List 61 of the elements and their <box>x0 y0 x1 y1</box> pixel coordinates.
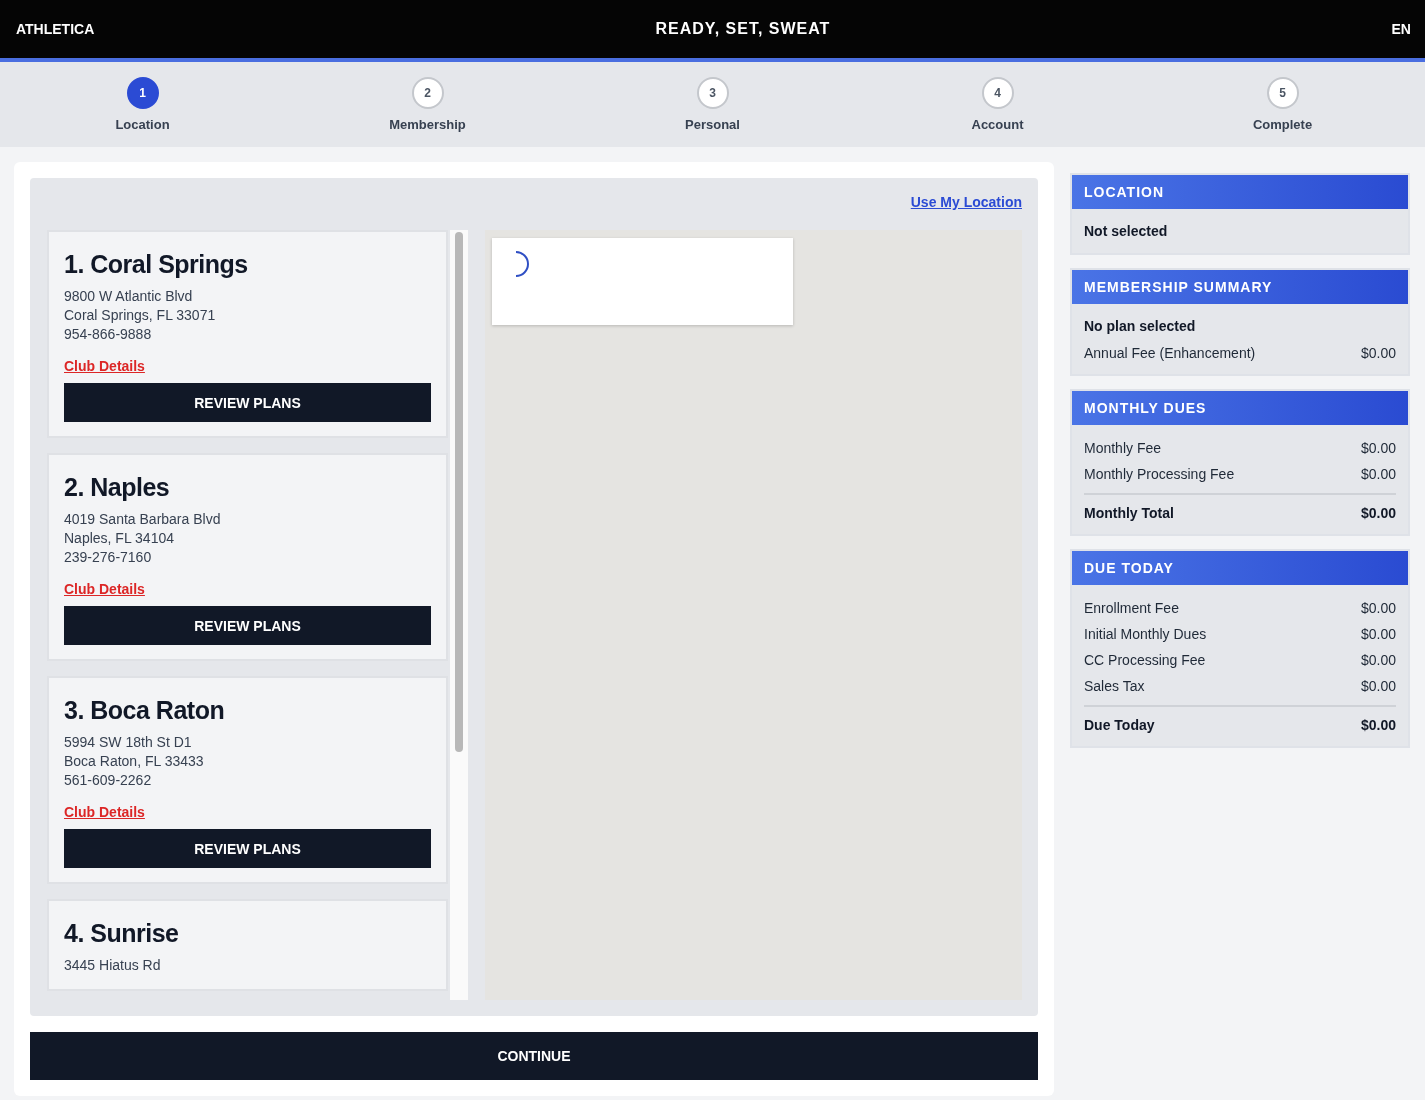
brand-name: ATHLETICA <box>16 21 95 37</box>
total-amount: $0.00 <box>1360 505 1396 521</box>
step-number[interactable]: 5 <box>1266 77 1299 109</box>
continue-button[interactable]: CONTINUE <box>30 1032 1038 1080</box>
address-line: Naples, FL 34104 <box>64 529 175 548</box>
club-details-link[interactable]: Club Details <box>64 804 145 820</box>
total-amount: $0.00 <box>1360 717 1396 733</box>
total-label: Monthly Total <box>1084 505 1174 521</box>
address-line: 239-276-7160 <box>64 548 153 567</box>
step-label[interactable]: Membership <box>389 117 466 132</box>
spinner-icon <box>514 250 532 278</box>
fee-amount: $0.00 <box>1360 678 1396 694</box>
step-label[interactable]: Account <box>971 117 1024 132</box>
step-number[interactable]: 1 <box>126 77 159 109</box>
fee-amount: $0.00 <box>1360 345 1396 361</box>
step-label[interactable]: Personal <box>685 117 740 132</box>
address-line: 4019 Santa Barbara Blvd <box>64 510 222 529</box>
address-line: Coral Springs, FL 33071 <box>64 306 217 325</box>
fee-label: Monthly Fee <box>1084 440 1162 456</box>
location-name: 2. Naples <box>64 473 171 502</box>
review-plans-button[interactable]: REVIEW PLANS <box>64 829 431 868</box>
fee-label: CC Processing Fee <box>1084 652 1206 668</box>
section-header: LOCATION <box>1072 175 1408 209</box>
scrollbar[interactable] <box>450 230 468 1000</box>
club-details-link[interactable]: Club Details <box>64 358 145 374</box>
step-label[interactable]: Location <box>115 117 170 132</box>
step-number[interactable]: 4 <box>981 77 1014 109</box>
address-line: 954-866-9888 <box>64 325 153 344</box>
location-name: 1. Coral Springs <box>64 250 249 279</box>
fee-label: Enrollment Fee <box>1084 600 1179 616</box>
address-line: 3445 Hiatus Rd <box>64 956 162 975</box>
fee-amount: $0.00 <box>1360 440 1396 456</box>
fee-label: Monthly Processing Fee <box>1084 466 1235 482</box>
address-line: Boca Raton, FL 33433 <box>64 752 205 771</box>
fee-label: Annual Fee (Enhancement) <box>1084 345 1256 361</box>
summary-note: No plan selected <box>1084 317 1197 336</box>
step-number[interactable]: 3 <box>696 77 729 109</box>
language-link[interactable]: EN <box>1391 21 1411 37</box>
fee-label: Sales Tax <box>1084 678 1145 694</box>
fee-amount: $0.00 <box>1360 600 1396 616</box>
fee-amount: $0.00 <box>1360 466 1396 482</box>
address-line: 9800 W Atlantic Blvd <box>64 287 194 306</box>
review-plans-button[interactable]: REVIEW PLANS <box>64 606 431 645</box>
step-number[interactable]: 2 <box>411 77 444 109</box>
use-my-location-link[interactable]: Use My Location <box>910 194 1022 212</box>
summary-note: Not selected <box>1084 222 1169 241</box>
fee-amount: $0.00 <box>1360 652 1396 668</box>
location-name: 3. Boca Raton <box>64 696 226 725</box>
review-plans-button[interactable]: REVIEW PLANS <box>64 383 431 422</box>
step-label[interactable]: Complete <box>1252 117 1313 132</box>
page-title: READY, SET, SWEAT <box>655 20 831 38</box>
fee-amount: $0.00 <box>1360 626 1396 642</box>
address-line: 561-609-2262 <box>64 771 153 790</box>
section-header: MONTHLY DUES <box>1072 391 1408 425</box>
address-line: 5994 SW 18th St D1 <box>64 733 193 752</box>
section-header: MEMBERSHIP SUMMARY <box>1072 270 1408 304</box>
club-details-link[interactable]: Club Details <box>64 581 145 597</box>
section-header: DUE TODAY <box>1072 551 1408 585</box>
total-label: Due Today <box>1084 717 1155 733</box>
fee-label: Initial Monthly Dues <box>1084 626 1207 642</box>
location-name: 4. Sunrise <box>64 919 180 948</box>
